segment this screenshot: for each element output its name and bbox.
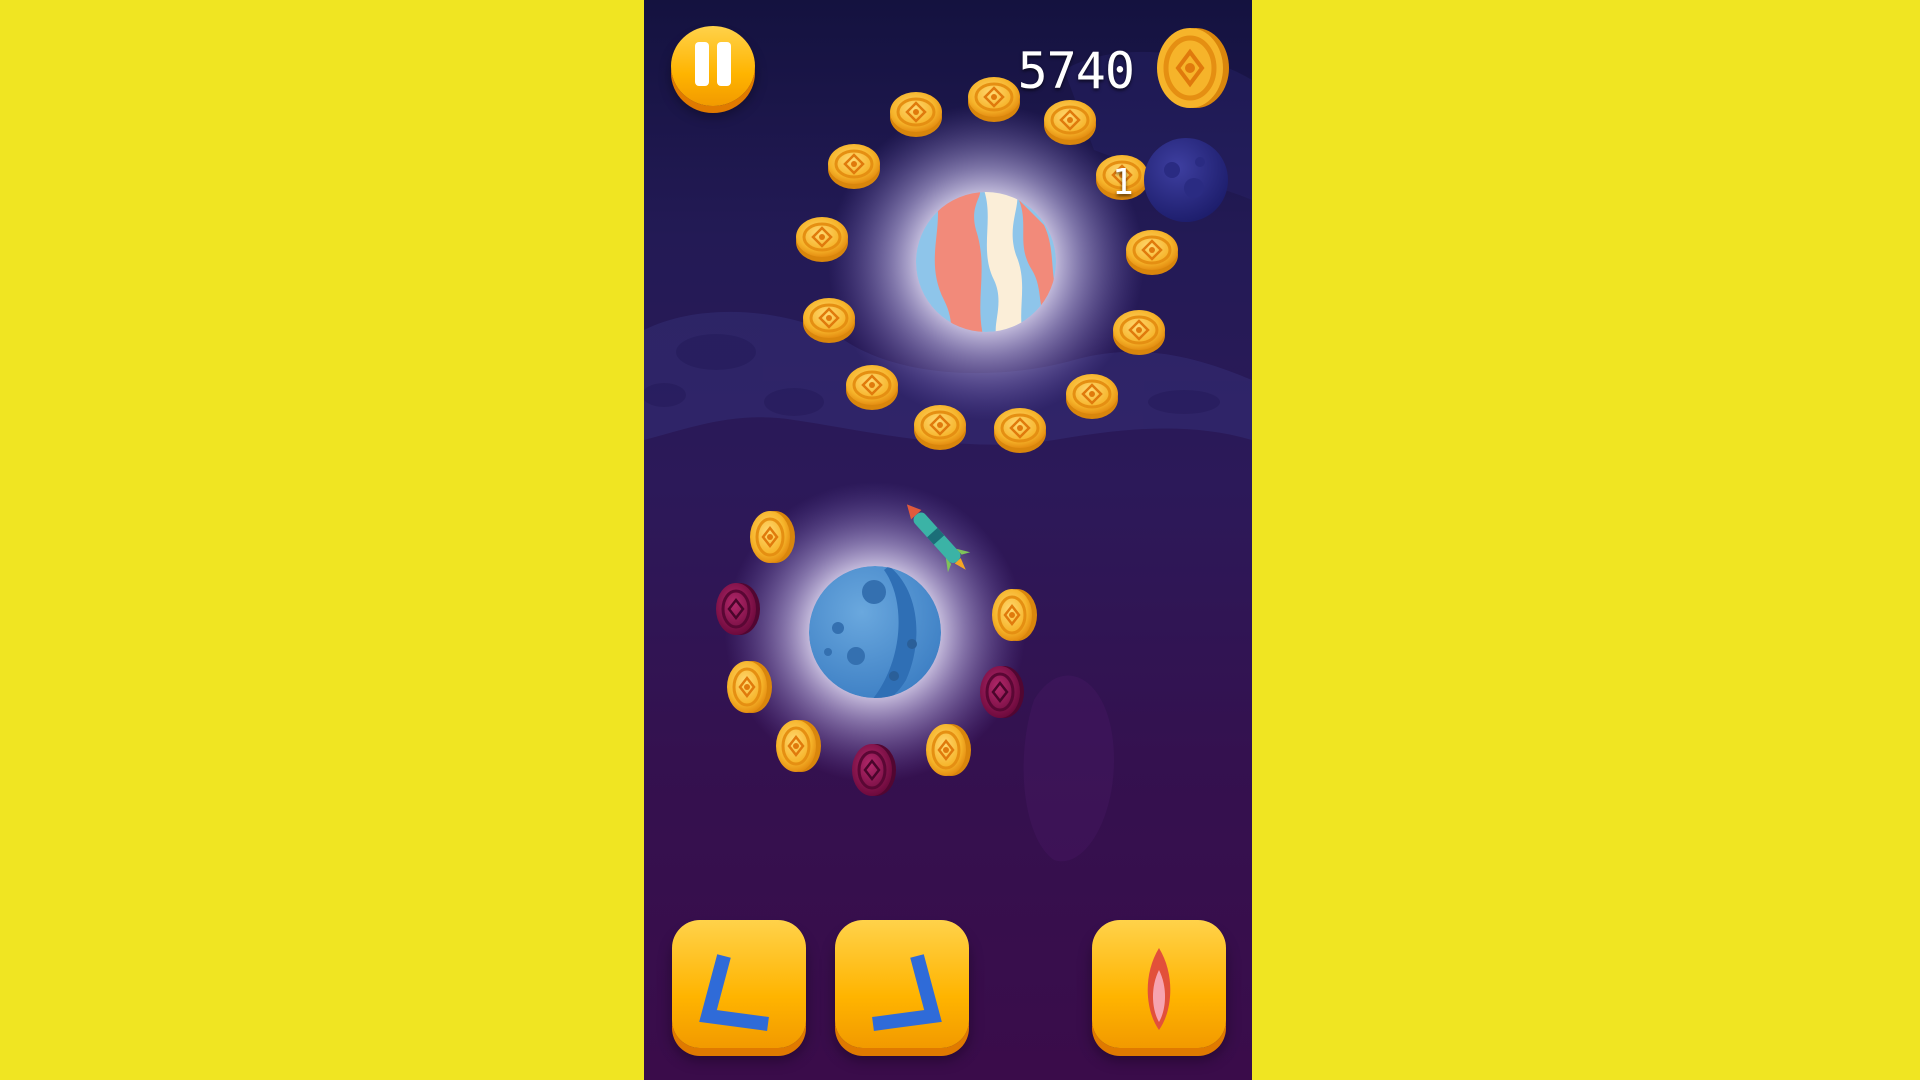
lives-counter: 1 xyxy=(1112,162,1134,203)
rotate-left-button[interactable] xyxy=(672,920,806,1048)
pause-icon xyxy=(695,42,709,86)
rotate-right-icon xyxy=(872,954,942,1031)
pause-icon-bar xyxy=(717,42,731,86)
rotate-left-icon xyxy=(699,954,769,1031)
score-counter: 5740 xyxy=(1017,42,1135,100)
coin-icon xyxy=(1157,28,1229,108)
rotate-right-button[interactable] xyxy=(835,920,969,1048)
game-viewport[interactable]: 5740 1 xyxy=(644,0,1252,1080)
pause-button[interactable] xyxy=(671,26,755,106)
rocket-flame-icon xyxy=(1147,948,1171,1030)
planet-lives-icon xyxy=(1144,138,1228,222)
boost-button[interactable] xyxy=(1092,920,1226,1048)
